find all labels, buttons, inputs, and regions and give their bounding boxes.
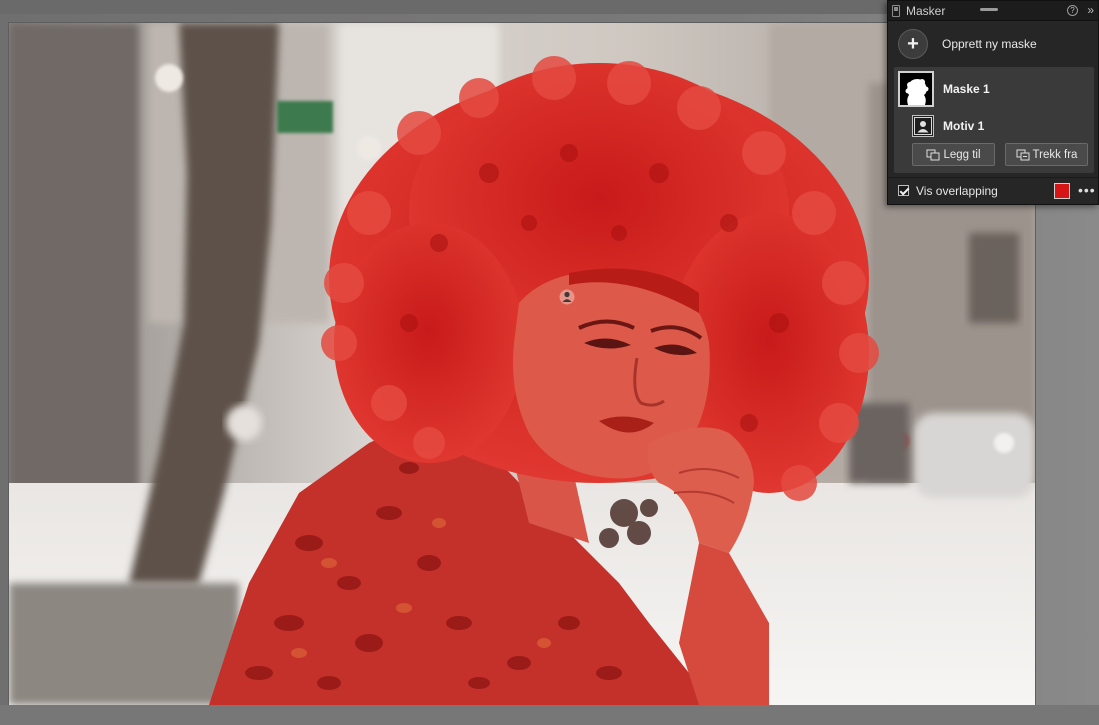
add-button[interactable]: Legg til [912,143,995,166]
person-icon[interactable] [912,115,934,137]
mask-name[interactable]: Maske 1 [943,82,990,96]
create-mask-label[interactable]: Opprett ny maske [942,37,1037,51]
overlay-label[interactable]: Vis overlapping [916,184,998,198]
create-mask-row[interactable]: + Opprett ny maske [888,25,1098,63]
more-icon[interactable]: ••• [1078,182,1096,198]
panel-grip-icon[interactable] [892,4,900,17]
motif-name[interactable]: Motiv 1 [943,119,984,133]
help-icon[interactable]: ? [1067,5,1078,16]
brush-subtract-icon [1016,149,1030,160]
bottom-strip [0,705,1099,725]
photo-image [9,23,1035,705]
brush-add-icon [926,149,940,160]
person-target-icon [559,289,575,305]
expand-icon[interactable]: » [1087,3,1094,17]
plus-icon[interactable]: + [898,29,928,59]
photo-canvas[interactable] [9,23,1035,705]
subtract-label: Trekk fra [1032,148,1078,161]
panel-header[interactable]: Masker ? » [888,1,1098,21]
add-label: Legg til [943,148,981,161]
overlay-row: Vis overlapping ••• [888,177,1098,203]
overlay-checkbox[interactable] [898,185,909,196]
overlay-color-swatch[interactable] [1054,183,1070,199]
masks-panel: Masker ? » + Opprett ny maske Maske 1 Mo… [887,0,1099,205]
collapse-handle-icon[interactable] [980,8,998,11]
mask-group[interactable]: Maske 1 Motiv 1 Legg til Trekk fra [894,67,1094,173]
subtract-button[interactable]: Trekk fra [1005,143,1088,166]
person-silhouette-icon[interactable] [898,71,934,107]
panel-title: Masker [906,3,946,18]
